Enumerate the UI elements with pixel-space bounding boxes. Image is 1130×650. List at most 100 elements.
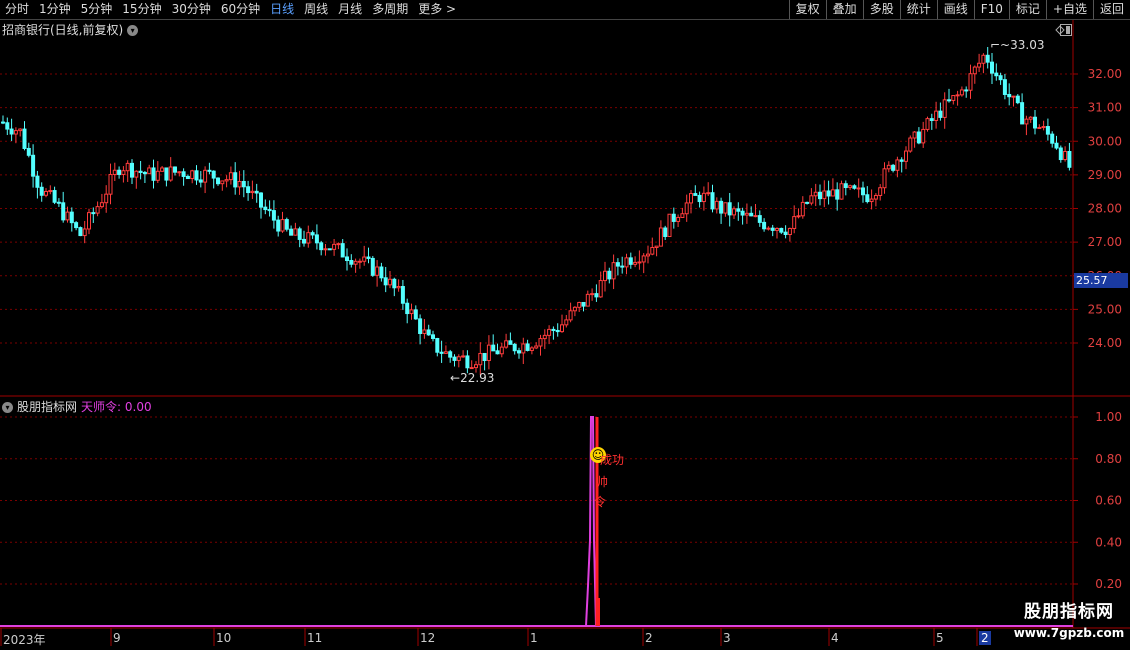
candle-body xyxy=(852,185,857,189)
candle-body xyxy=(155,170,160,181)
candle-body xyxy=(280,219,285,232)
candle-body xyxy=(349,259,354,265)
candle-body xyxy=(104,193,109,204)
candle-body xyxy=(964,89,969,92)
candle-body xyxy=(164,167,169,181)
candle-body xyxy=(813,191,818,197)
candle-body xyxy=(198,179,203,183)
candle-body xyxy=(95,206,100,214)
candle-body xyxy=(52,190,57,203)
candle-body xyxy=(525,343,530,351)
candle-body xyxy=(65,211,70,221)
candle-body xyxy=(332,243,337,250)
candle-body xyxy=(796,215,801,218)
candle-body xyxy=(486,344,491,361)
candle-body xyxy=(529,347,534,351)
candle-body xyxy=(160,167,165,172)
candle-body xyxy=(495,350,500,355)
candle-body xyxy=(818,191,822,200)
indicator-lines xyxy=(0,416,1073,627)
candle-body xyxy=(839,183,844,200)
candle-body xyxy=(323,248,328,251)
kline-chart[interactable]: 32.0031.0030.0029.0028.0027.0026.0025.00… xyxy=(0,0,1130,650)
time-axis-label: 12 xyxy=(420,631,436,645)
candle-body xyxy=(362,256,367,262)
candle-body xyxy=(194,170,199,181)
candle-body xyxy=(959,89,964,96)
indicator-tick-label: 0.20 xyxy=(1095,577,1122,591)
candle-body xyxy=(435,337,440,353)
time-axis-label: 1 xyxy=(530,631,538,645)
watermark-url: www.7gpzb.com xyxy=(1013,626,1125,640)
candle-body xyxy=(538,338,543,347)
candle-body xyxy=(1028,116,1033,120)
candle-body xyxy=(594,293,599,298)
candle-body xyxy=(848,185,853,189)
candle-body xyxy=(749,212,754,217)
candle-body xyxy=(955,94,960,97)
candle-body xyxy=(1063,150,1068,161)
candle-body xyxy=(710,192,715,210)
candle-body xyxy=(624,257,629,268)
candle-body xyxy=(994,72,999,77)
indicator-title[interactable]: ▾ 股朋指标网 天师令: 0.00 xyxy=(2,398,152,415)
signal-char: 令 xyxy=(594,495,607,509)
candle-body xyxy=(551,328,556,331)
candle-body xyxy=(517,350,521,354)
candle-body xyxy=(572,306,577,312)
candle-body xyxy=(723,202,728,214)
candle-body xyxy=(1041,126,1046,129)
chevron-down-icon[interactable]: ▾ xyxy=(2,402,13,413)
time-axis-label: 5 xyxy=(936,631,944,645)
candle-body xyxy=(396,286,401,289)
candle-body xyxy=(921,128,926,144)
candle-body xyxy=(220,180,225,185)
candle-body xyxy=(869,198,874,203)
candle-body xyxy=(861,187,865,196)
candle-body xyxy=(916,131,921,144)
candle-body xyxy=(534,345,539,349)
candle-body xyxy=(719,200,724,214)
time-axis-label: 10 xyxy=(216,631,232,645)
candle-body xyxy=(934,110,939,121)
candle-body xyxy=(409,309,414,315)
candle-body xyxy=(357,260,362,263)
candle-body xyxy=(452,356,457,361)
candle-body xyxy=(684,202,689,215)
candle-body xyxy=(912,131,917,139)
candle-body xyxy=(882,168,887,189)
candle-body xyxy=(1015,95,1020,104)
candle-body xyxy=(766,227,771,230)
candle-body xyxy=(87,212,91,230)
candle-body xyxy=(590,293,595,296)
candle-body xyxy=(5,122,10,130)
candle-body xyxy=(654,245,659,248)
candle-body xyxy=(581,301,586,307)
candle-body xyxy=(254,190,259,194)
candle-body xyxy=(319,242,324,251)
candle-body xyxy=(405,302,410,315)
candle-body xyxy=(504,340,509,348)
candle-body xyxy=(822,190,827,200)
candle-body xyxy=(1011,95,1016,98)
indicator-value: 天师令: 0.00 xyxy=(81,400,152,414)
price-tick-label: 32.00 xyxy=(1088,67,1122,81)
candle-body xyxy=(284,219,289,230)
candle-body xyxy=(233,172,238,188)
candle-body xyxy=(112,169,117,175)
candle-body xyxy=(108,173,113,195)
candle-body xyxy=(439,351,444,354)
watermark-title: 股朋指标网 xyxy=(1024,602,1114,622)
candle-body xyxy=(491,344,496,352)
candle-body xyxy=(418,318,423,334)
candle-body xyxy=(151,167,156,181)
candle-body xyxy=(1045,126,1050,135)
candle-body xyxy=(585,293,590,307)
candle-body xyxy=(336,243,341,246)
candle-body xyxy=(805,201,810,204)
candle-body xyxy=(35,175,40,188)
candle-body xyxy=(366,256,371,259)
candle-body xyxy=(400,286,405,304)
candle-body xyxy=(224,179,229,182)
candle-body xyxy=(181,171,186,177)
